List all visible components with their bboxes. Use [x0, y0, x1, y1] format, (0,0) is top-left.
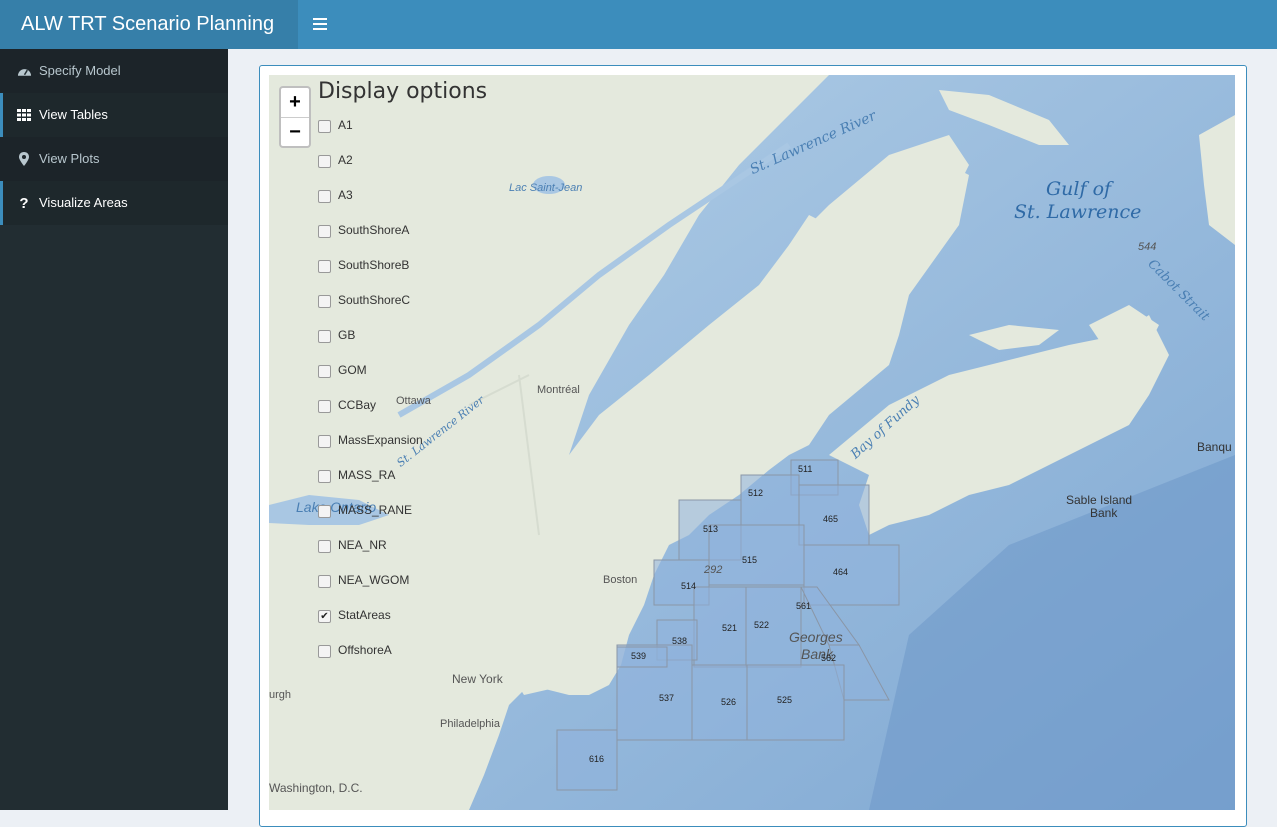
zoom-out-button[interactable]: −	[281, 117, 309, 147]
map-marker-icon	[16, 151, 32, 167]
stat-area-512	[740, 474, 800, 526]
label-gulf-of: Gulf of	[1046, 178, 1112, 200]
app-title[interactable]: ALW TRT Scenario Planning	[0, 0, 298, 49]
layer-checkbox[interactable]	[318, 190, 331, 203]
sidebar-item-label: View Tables	[39, 107, 108, 122]
label-544: 544	[1138, 241, 1157, 253]
layer-label: GOM	[338, 363, 367, 377]
stat-label: 521	[722, 623, 738, 633]
label-lac-saint-jean: Lac Saint-Jean	[509, 182, 583, 194]
zoom-control: + −	[279, 86, 311, 148]
stat-label: 511	[798, 464, 813, 474]
label-sable-island: Sable Island	[1066, 493, 1133, 507]
question-icon: ?	[19, 194, 29, 212]
layer-checkbox[interactable]: ✔	[318, 610, 331, 623]
label-washington: Washington, D.C.	[269, 781, 363, 795]
layer-label: SouthShoreB	[338, 258, 410, 272]
stat-label: 539	[631, 651, 647, 661]
hamburger-icon[interactable]	[298, 0, 342, 49]
dashboard-icon	[16, 63, 32, 79]
layer-checkbox[interactable]	[318, 295, 331, 308]
layer-checkbox[interactable]	[318, 505, 331, 518]
layer-label: StatAreas	[338, 608, 391, 622]
label-georges: Georges	[789, 629, 843, 645]
sidebar-item-label: Specify Model	[39, 63, 121, 78]
label-ottawa: Ottawa	[396, 395, 431, 407]
layer-checkbox[interactable]	[318, 540, 331, 553]
stat-area-616	[556, 729, 618, 791]
sidebar-item-specify-model[interactable]: Specify Model	[0, 49, 228, 93]
stat-area-525	[746, 664, 845, 741]
label-292: 292	[704, 564, 723, 576]
layer-label: A2	[338, 153, 353, 167]
layer-checkbox[interactable]	[318, 330, 331, 343]
layer-checkbox[interactable]	[318, 225, 331, 238]
layer-checkbox[interactable]	[318, 400, 331, 413]
stat-label: 464	[833, 567, 849, 577]
stat-label: 537	[659, 693, 675, 703]
layer-label: NEA_WGOM	[338, 573, 410, 587]
sidebar-item-visualize-areas[interactable]: ? Visualize Areas	[0, 181, 228, 225]
stat-label: 465	[823, 514, 839, 524]
stat-label: 538	[672, 636, 688, 646]
stat-label: 522	[754, 620, 770, 630]
stat-label: 525	[777, 695, 793, 705]
layer-label: CCBay	[338, 398, 377, 412]
layer-label: MASS_RA	[338, 468, 396, 482]
sidebar-item-label: View Plots	[39, 151, 100, 166]
label-sable-bank: Bank	[1090, 506, 1118, 520]
label-montreal: Montréal	[537, 384, 580, 396]
layer-label: OffshoreA	[338, 643, 392, 657]
stat-area-526	[691, 664, 748, 741]
label-philadelphia: Philadelphia	[440, 718, 500, 730]
top-header: ALW TRT Scenario Planning	[0, 0, 1277, 49]
stat-label: 526	[721, 697, 737, 707]
layer-checkbox[interactable]	[318, 645, 331, 658]
layer-checkbox[interactable]	[318, 575, 331, 588]
sidebar: Specify Model View Tables View Plots ? V…	[0, 49, 228, 810]
label-pittsburgh: urgh	[269, 689, 292, 701]
layer-label: A3	[338, 188, 353, 202]
stat-label: 515	[742, 555, 758, 565]
stat-label: 562	[821, 653, 837, 663]
grid-icon	[16, 107, 32, 123]
sidebar-item-view-plots[interactable]: View Plots	[0, 137, 228, 181]
stat-label: 512	[748, 488, 764, 498]
layer-checkbox[interactable]	[318, 435, 331, 448]
layer-checkbox[interactable]	[318, 120, 331, 133]
stat-label: 616	[589, 754, 605, 764]
layer-label: GB	[338, 328, 356, 342]
stat-label: 561	[796, 601, 812, 611]
layer-checkbox[interactable]	[318, 155, 331, 168]
layer-checkbox[interactable]	[318, 260, 331, 273]
layer-label: SouthShoreA	[338, 223, 410, 237]
stat-label: 513	[703, 524, 719, 534]
label-banque: Banqu	[1197, 440, 1232, 454]
stat-area-521	[693, 586, 747, 668]
layer-label: NEA_NR	[338, 538, 387, 552]
layer-checkbox[interactable]	[318, 365, 331, 378]
label-boston: Boston	[603, 574, 638, 586]
layer-label: MassExpansion	[338, 433, 423, 447]
layer-checkbox[interactable]	[318, 470, 331, 483]
sidebar-item-view-tables[interactable]: View Tables	[0, 93, 228, 137]
label-new-york: New York	[452, 672, 503, 686]
display-options-title: Display options	[318, 79, 488, 104]
zoom-in-button[interactable]: +	[281, 88, 309, 117]
stat-label: 514	[681, 581, 697, 591]
layer-label: MASS_RANE	[338, 503, 413, 517]
layer-label: A1	[338, 118, 353, 132]
sidebar-item-label: Visualize Areas	[39, 195, 128, 210]
label-st-lawrence: St. Lawrence	[1014, 201, 1142, 223]
layer-label: SouthShoreC	[338, 293, 411, 307]
